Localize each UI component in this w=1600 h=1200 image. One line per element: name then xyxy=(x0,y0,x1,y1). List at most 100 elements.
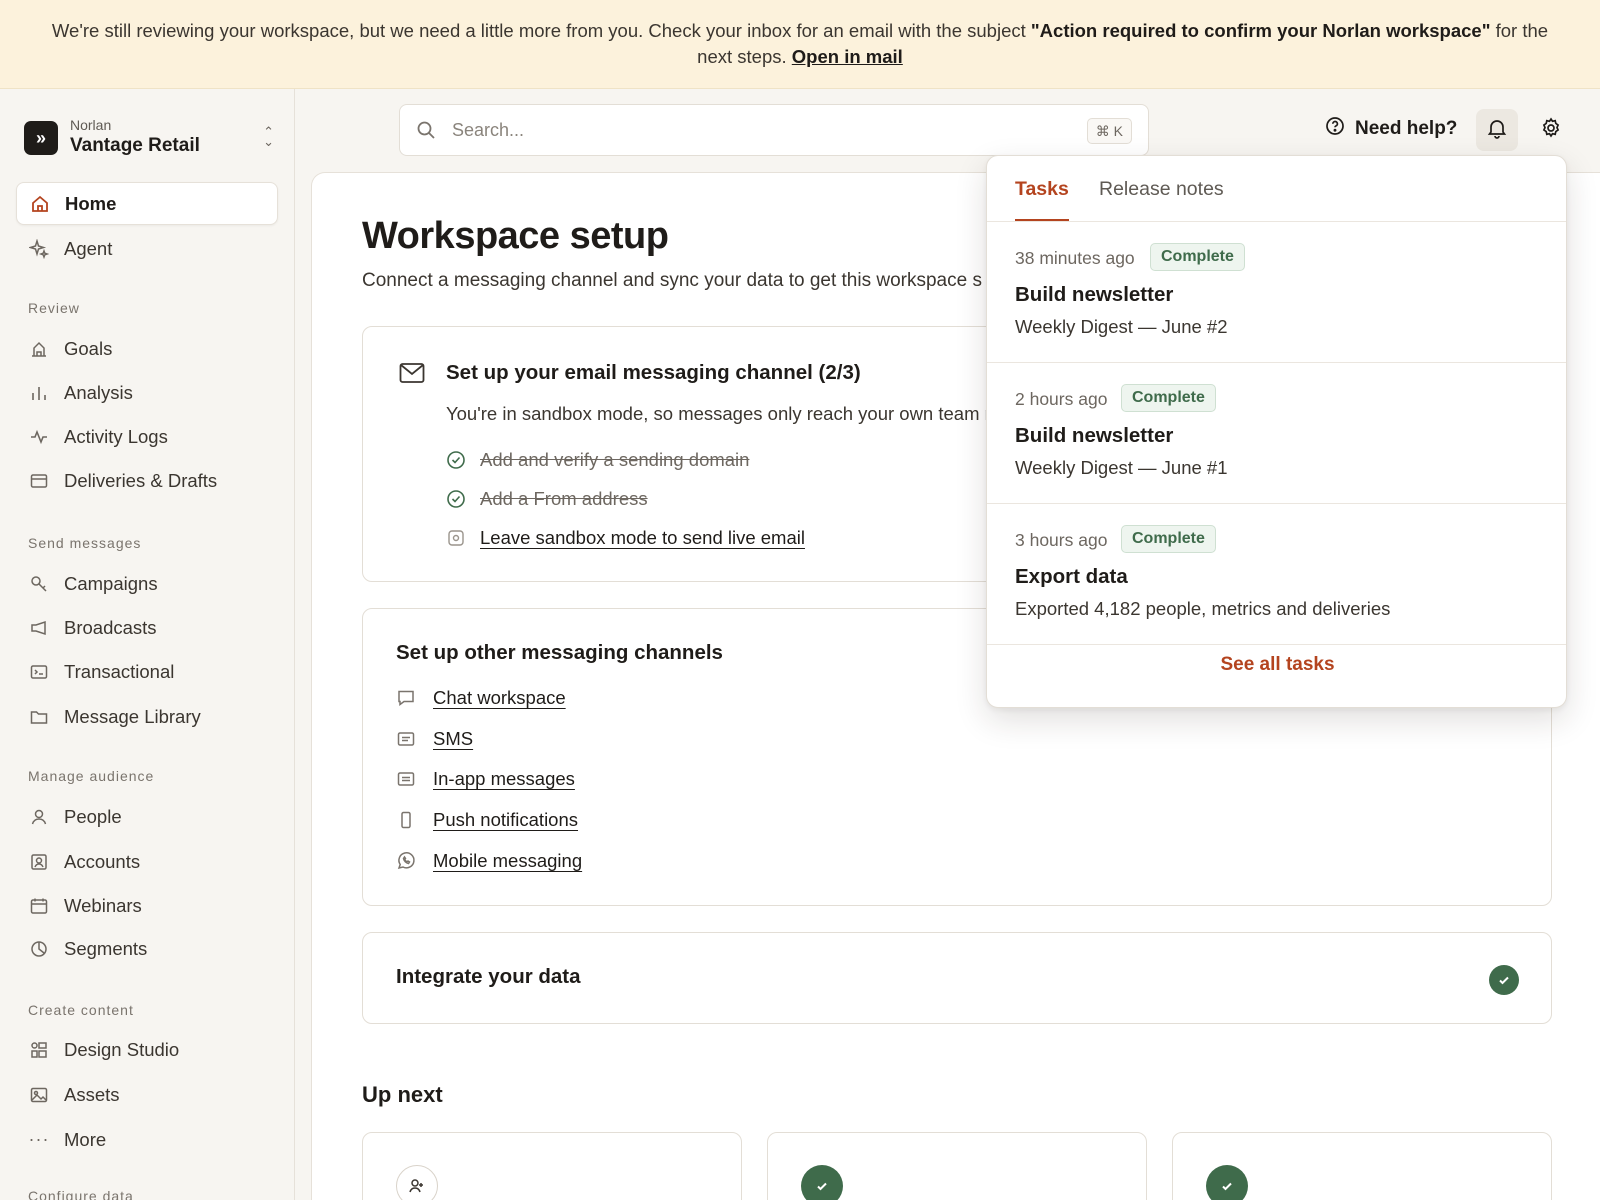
tab-release-notes[interactable]: Release notes xyxy=(1099,178,1224,219)
status-badge: Complete xyxy=(1121,525,1216,553)
sidebar-item-analysis[interactable]: Analysis xyxy=(16,371,278,414)
sidebar-item-label: Transactional xyxy=(64,660,175,682)
account-icon xyxy=(28,851,50,873)
banner-text: We're still reviewing your workspace, bu… xyxy=(51,20,1031,41)
search-placeholder: Search... xyxy=(452,120,525,140)
sidebar-item-goals[interactable]: Goals xyxy=(16,327,278,370)
sidebar-item-label: Goals xyxy=(64,337,113,359)
task-title: Build newsletter xyxy=(1015,424,1174,447)
step-label: Add and verify a sending domain xyxy=(480,449,750,470)
sidebar-item-people[interactable]: People xyxy=(16,795,278,838)
status-badge: Complete xyxy=(1150,243,1245,271)
sidebar-item-campaigns[interactable]: Campaigns xyxy=(16,562,278,605)
sidebar-item-accounts[interactable]: Accounts xyxy=(16,840,278,883)
sidebar-item-agent[interactable]: Agent xyxy=(16,227,278,270)
question-icon xyxy=(1325,116,1345,142)
person-icon xyxy=(28,806,50,828)
sidebar-item-label: People xyxy=(64,805,122,827)
channel-mobile-messaging[interactable]: Mobile messaging xyxy=(396,850,582,872)
step-verify-domain[interactable]: Add and verify a sending domain xyxy=(446,449,749,471)
sidebar-item-label: More xyxy=(64,1128,107,1150)
sidebar-item-webinars[interactable]: Webinars xyxy=(16,884,278,927)
tab-tasks[interactable]: Tasks xyxy=(1015,178,1069,221)
integrate-card-title: Integrate your data xyxy=(396,965,581,988)
search-shortcut: ⌘ K xyxy=(1086,118,1132,144)
notifications-button[interactable] xyxy=(1476,109,1518,151)
step-from-address[interactable]: Add a From address xyxy=(446,488,648,510)
sidebar-item-more[interactable]: ··· More xyxy=(16,1118,278,1161)
bar-chart-icon xyxy=(28,382,50,404)
sidebar-item-assets[interactable]: Assets xyxy=(16,1073,278,1116)
channel-chat-workspace[interactable]: Chat workspace xyxy=(396,687,566,709)
check-icon xyxy=(1206,1165,1248,1200)
channel-sms[interactable]: SMS xyxy=(396,728,473,750)
sidebar-section-review: Review xyxy=(28,300,80,316)
search-icon xyxy=(416,120,436,145)
check-icon xyxy=(801,1165,843,1200)
task-item[interactable]: 3 hours ago Complete Export data Exporte… xyxy=(987,504,1566,645)
workspace-switcher[interactable]: » Norlan Vantage Retail ⌃ ⌄ xyxy=(24,115,274,161)
task-item[interactable]: 38 minutes ago Complete Build newsletter… xyxy=(987,222,1566,363)
sidebar-item-label: Agent xyxy=(64,237,113,259)
sidebar-item-label: Message Library xyxy=(64,705,201,727)
review-banner: We're still reviewing your workspace, bu… xyxy=(0,0,1600,89)
task-item[interactable]: 2 hours ago Complete Build newsletter We… xyxy=(987,363,1566,504)
up-next-card[interactable] xyxy=(362,1132,742,1200)
see-all-tasks-link[interactable]: See all tasks xyxy=(987,654,1566,676)
up-next-card[interactable] xyxy=(1172,1132,1552,1200)
banner-subject: "Action required to confirm your Norlan … xyxy=(1030,20,1491,41)
channel-label: SMS xyxy=(433,728,474,749)
add-user-icon xyxy=(396,1165,438,1200)
task-time: 2 hours ago xyxy=(1015,389,1108,409)
integrate-data-card[interactable]: Integrate your data xyxy=(362,932,1552,1024)
channels-card-title: Set up other messaging channels xyxy=(396,641,723,664)
sidebar-section-configure-data: Configure data xyxy=(28,1188,134,1200)
calendar-icon xyxy=(28,895,50,917)
megaphone-icon xyxy=(28,617,50,639)
sidebar-item-design-studio[interactable]: Design Studio xyxy=(16,1028,278,1071)
chat-icon xyxy=(396,688,418,708)
sidebar-item-label: Assets xyxy=(64,1083,120,1105)
settings-button[interactable] xyxy=(1530,109,1572,151)
channel-label: Mobile messaging xyxy=(433,850,583,871)
open-in-mail-link[interactable]: Open in mail xyxy=(792,46,903,67)
sidebar-item-activity-logs[interactable]: Activity Logs xyxy=(16,415,278,458)
step-leave-sandbox[interactable]: Leave sandbox mode to send live email xyxy=(446,527,805,549)
task-description: Exported 4,182 people, metrics and deliv… xyxy=(1015,598,1391,619)
sidebar-item-label: Home xyxy=(65,192,117,214)
workspace-org: Norlan xyxy=(70,117,112,133)
page-title: Workspace setup xyxy=(362,215,669,257)
check-icon xyxy=(1489,965,1519,995)
whatsapp-icon xyxy=(396,851,418,871)
search-input[interactable]: Search... ⌘ K xyxy=(399,104,1149,156)
email-card-title: Set up your email messaging channel (2/3… xyxy=(446,361,861,384)
sidebar-item-label: Campaigns xyxy=(64,572,158,594)
sidebar-item-message-library[interactable]: Message Library xyxy=(16,695,278,738)
step-label: Add a From address xyxy=(480,488,648,509)
in-app-icon xyxy=(396,769,418,789)
up-next-title: Up next xyxy=(362,1082,443,1107)
task-time: 3 hours ago xyxy=(1015,530,1108,550)
sidebar-section-manage-audience: Manage audience xyxy=(28,768,155,784)
sidebar-section-send-messages: Send messages xyxy=(28,535,142,551)
channel-push-notifications[interactable]: Push notifications xyxy=(396,809,578,831)
up-next-card[interactable] xyxy=(767,1132,1147,1200)
sidebar-item-home[interactable]: Home xyxy=(16,182,278,225)
sidebar-item-transactional[interactable]: Transactional xyxy=(16,650,278,693)
sidebar-item-label: Accounts xyxy=(64,850,141,872)
channel-label: Push notifications xyxy=(433,809,579,830)
activity-icon xyxy=(28,426,50,448)
sidebar-item-label: Webinars xyxy=(64,894,142,916)
card-icon xyxy=(28,470,50,492)
channel-in-app-messages[interactable]: In-app messages xyxy=(396,768,575,790)
sidebar-item-deliveries-drafts[interactable]: Deliveries & Drafts xyxy=(16,459,278,502)
check-circle-icon xyxy=(446,450,466,470)
help-label: Need help? xyxy=(1355,118,1458,139)
sidebar-item-label: Activity Logs xyxy=(64,425,168,447)
terminal-icon xyxy=(28,661,50,683)
need-help-button[interactable]: Need help? xyxy=(1325,116,1457,142)
bell-icon xyxy=(1486,117,1508,144)
sidebar-item-segments[interactable]: Segments xyxy=(16,927,278,970)
sidebar-item-broadcasts[interactable]: Broadcasts xyxy=(16,606,278,649)
sparkle-icon xyxy=(28,238,50,260)
